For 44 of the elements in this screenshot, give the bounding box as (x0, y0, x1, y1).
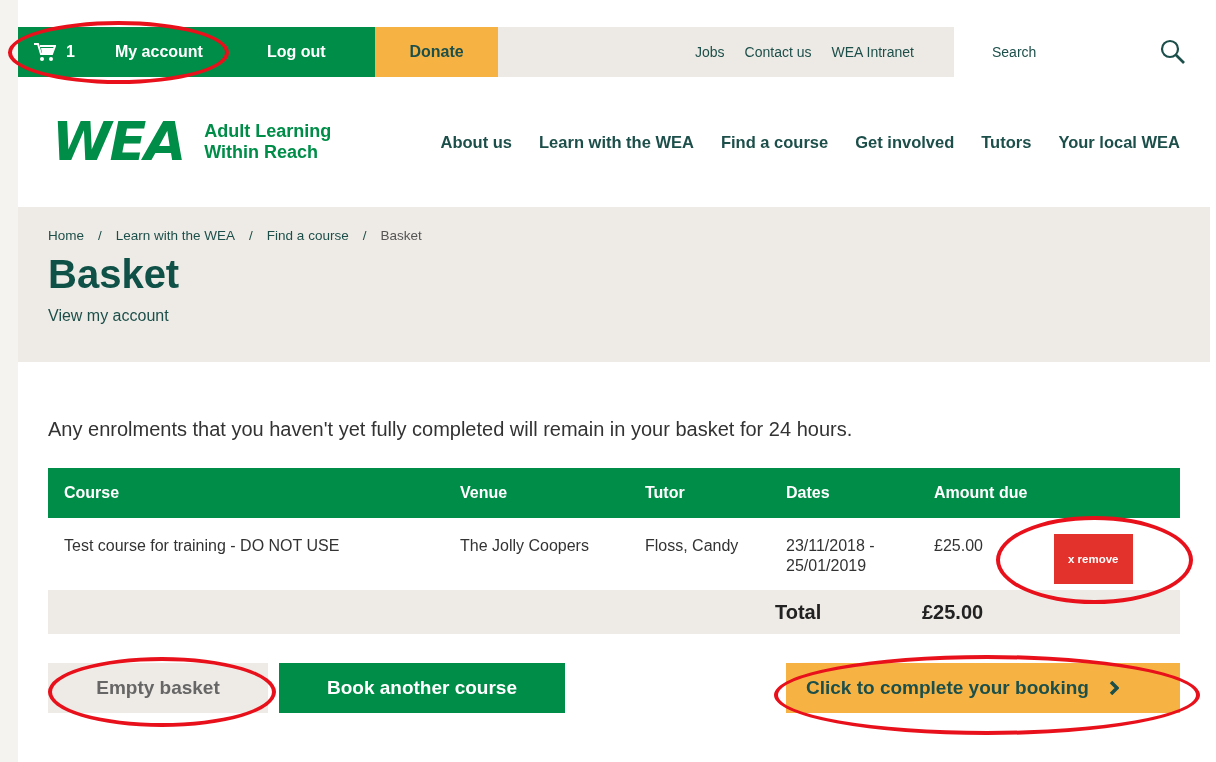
donate-button[interactable]: Donate (375, 27, 498, 77)
table-cell-text: 23/11/2018 - 25/01/2019 (785, 536, 876, 576)
table-cell-text: The Jolly Coopers (459, 536, 590, 556)
table-cell-text: Test course for training - DO NOT USE (63, 536, 341, 556)
breadcrumb-current: Basket (380, 228, 422, 243)
nav-link[interactable]: Your local WEA (1058, 132, 1180, 152)
page-title: Basket (48, 251, 181, 297)
basket-link[interactable]: 1 (34, 42, 75, 62)
table-cell-text: Floss, Candy (644, 536, 740, 556)
column-header: Tutor (644, 484, 686, 502)
nav-link[interactable]: Tutors (981, 132, 1032, 152)
column-header: Venue (459, 484, 509, 502)
book-course-button[interactable]: Book another course (279, 663, 565, 713)
column-header: Course (63, 484, 121, 502)
table-cell-text: £25.00 (933, 536, 984, 556)
basket-notice: Any enrolments that you haven't yet fully completed will remain in your basket for 24 hours. (48, 418, 854, 441)
nav-link[interactable]: Learn with the WEA (539, 132, 694, 152)
total-label: Total (774, 600, 823, 624)
nav-link[interactable]: About us (440, 132, 513, 152)
breadcrumb-link[interactable]: Find a course (266, 228, 349, 243)
utility-link[interactable]: Contact us (744, 44, 812, 60)
utility-link[interactable]: Jobs (695, 44, 725, 60)
total-amount: £25.00 (921, 600, 985, 624)
breadcrumb-link[interactable]: Home (48, 228, 84, 243)
chevron-icon (1108, 681, 1119, 695)
nav-link[interactable]: Find a course (720, 132, 829, 152)
utility-link[interactable]: WEA Intranet (831, 44, 914, 60)
breadcrumb-separator: / (98, 228, 102, 243)
column-header: Dates (785, 484, 831, 502)
breadcrumb-separator: / (249, 228, 253, 243)
log-out-link[interactable]: Log out (266, 43, 326, 61)
view-account-link[interactable]: View my account (48, 307, 169, 324)
search-icon[interactable] (1160, 39, 1186, 65)
logo-mark[interactable]: WEA (52, 115, 185, 169)
empty-basket-button[interactable]: Empty basket (48, 663, 268, 713)
column-header: Amount due (933, 484, 1029, 502)
breadcrumb-separator: / (362, 228, 367, 243)
my-account-link[interactable]: My account (114, 43, 203, 61)
complete-booking-button[interactable]: Click to complete your booking (786, 663, 1180, 713)
breadcrumb-link[interactable]: Learn with the WEA (115, 228, 236, 243)
cart-icon (34, 42, 56, 62)
nav-link[interactable]: Get involved (855, 132, 955, 152)
remove-button[interactable]: x remove (1054, 534, 1133, 584)
logo-tagline: Adult Learning Within Reach (204, 121, 333, 163)
